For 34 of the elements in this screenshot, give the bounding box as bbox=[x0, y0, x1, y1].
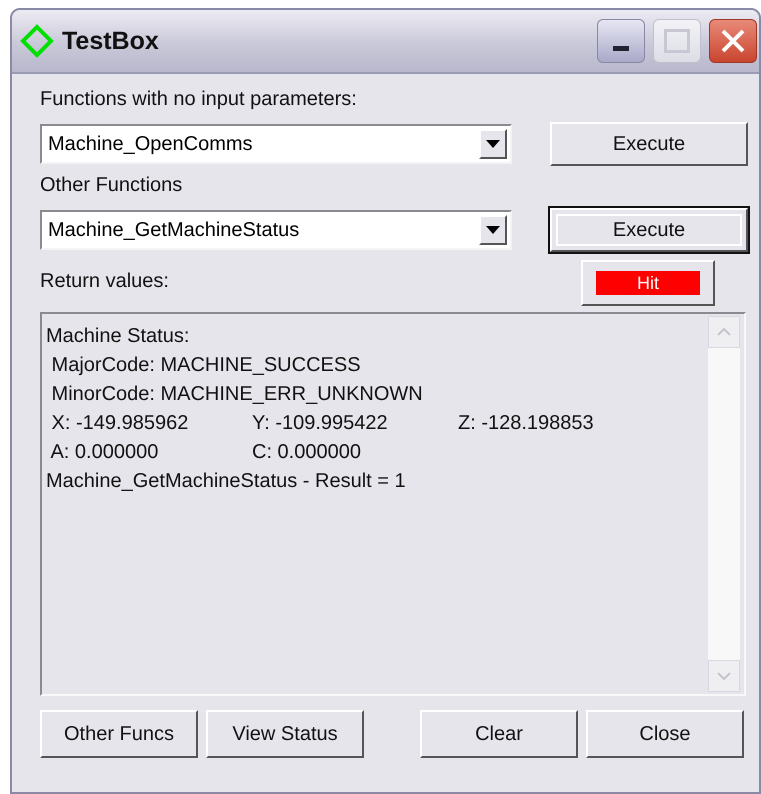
hit-indicator: Hit bbox=[581, 260, 715, 306]
diamond-icon bbox=[20, 24, 54, 58]
chevron-up-icon bbox=[717, 328, 731, 336]
dropdown-arrow-button[interactable] bbox=[479, 129, 507, 159]
field-label: Functions with no input parameters: bbox=[40, 88, 358, 112]
caret-icon bbox=[486, 140, 500, 148]
dialog-button[interactable]: Close bbox=[586, 710, 744, 758]
output-text: MajorCode: MACHINE_SUCCESS bbox=[50, 353, 361, 378]
dialog-button[interactable]: Other Funcs bbox=[40, 710, 198, 758]
output-text: X: -149.985962 bbox=[50, 411, 190, 436]
output-text: Y: -109.995422 bbox=[252, 411, 389, 436]
dropdown-arrow-button[interactable] bbox=[479, 215, 507, 245]
caret-icon bbox=[486, 226, 500, 234]
output-text: Machine Status: bbox=[46, 324, 190, 349]
function-dropdown[interactable]: Machine_GetMachineStatus bbox=[40, 210, 512, 250]
close-button[interactable] bbox=[709, 19, 757, 63]
maximize-icon bbox=[664, 29, 690, 53]
close-icon bbox=[719, 27, 747, 55]
output-text: A: 0.000000 bbox=[49, 440, 160, 465]
output-text: Machine_GetMachineStatus - Result = 1 bbox=[46, 469, 406, 494]
output-text: Z: -128.198853 bbox=[458, 411, 595, 436]
dialog-button[interactable]: Clear bbox=[420, 710, 578, 758]
chevron-down-icon bbox=[717, 672, 731, 680]
function-dropdown[interactable]: Machine_OpenComms bbox=[40, 124, 512, 164]
field-label: Other Functions bbox=[40, 174, 184, 198]
output-text: MinorCode: MACHINE_ERR_UNKNOWN bbox=[50, 382, 423, 407]
field-label: Return values: bbox=[40, 270, 169, 294]
output-text: C: 0.000000 bbox=[252, 440, 362, 465]
execute-button[interactable]: Execute bbox=[550, 122, 748, 166]
dialog-button[interactable]: View Status bbox=[206, 710, 364, 758]
window-title: TestBox bbox=[62, 26, 160, 56]
execute-button[interactable]: Execute bbox=[550, 208, 748, 252]
minimize-button[interactable] bbox=[597, 19, 645, 63]
minimize-icon bbox=[613, 46, 629, 52]
